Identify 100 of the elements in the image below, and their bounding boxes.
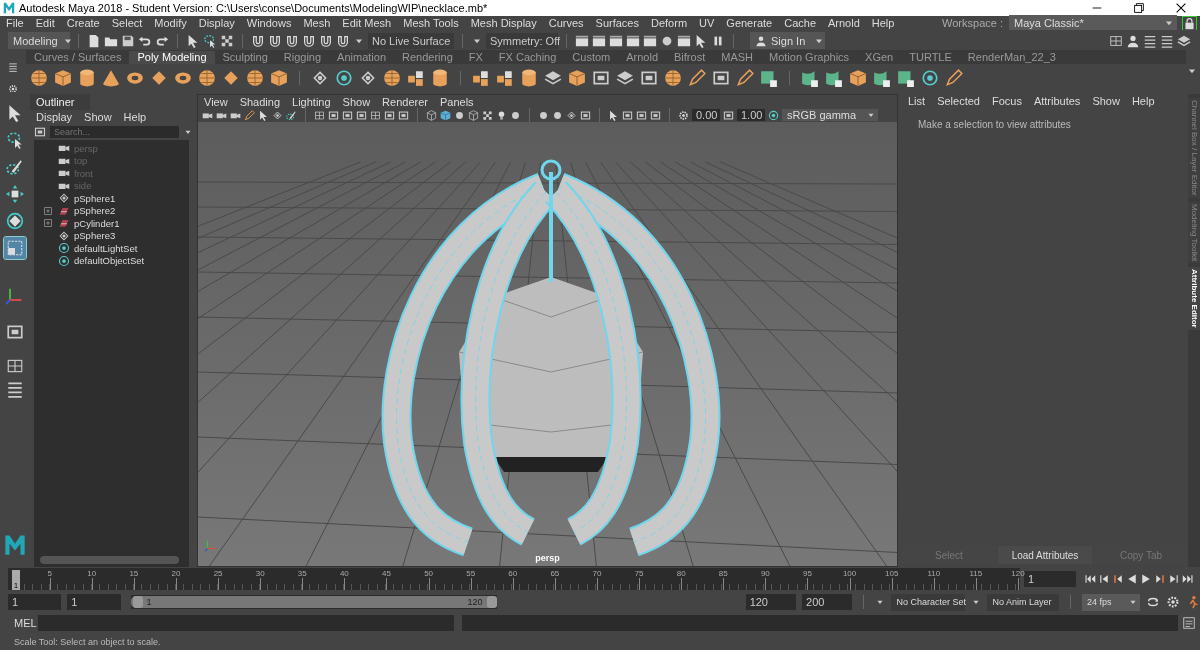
playback-end-field[interactable]: 120: [745, 594, 796, 610]
cylinder-icon[interactable]: [431, 69, 449, 87]
skip-forward-icon[interactable]: [1182, 573, 1194, 585]
cylinder-icon[interactable]: [520, 69, 538, 87]
menu-item[interactable]: Panels: [433, 95, 480, 108]
frame-icon[interactable]: [592, 69, 610, 87]
cube-icon[interactable]: [54, 69, 72, 87]
live-surface-field[interactable]: No Live Surface: [368, 32, 454, 49]
menu-item[interactable]: Mesh Display: [464, 17, 543, 29]
set-icon[interactable]: [335, 69, 353, 87]
bent-shape-icon[interactable]: [801, 69, 819, 87]
menu-item[interactable]: Edit Mesh: [336, 17, 398, 29]
shelf-tab[interactable]: Custom: [564, 51, 619, 64]
magnet-icon[interactable]: [302, 33, 316, 48]
shaded-cube-icon[interactable]: [440, 109, 451, 121]
light-bulb-icon[interactable]: [496, 109, 507, 121]
torus-icon[interactable]: [174, 69, 192, 87]
menu-set-dropdown[interactable]: Modeling: [8, 32, 70, 49]
exposure-field[interactable]: 0.00: [692, 109, 720, 121]
menu-item[interactable]: Help: [1125, 94, 1161, 107]
menu-item[interactable]: UV: [693, 17, 721, 29]
menu-item[interactable]: Mesh Tools: [397, 17, 465, 29]
menu-item[interactable]: Show: [336, 95, 377, 108]
menu-item[interactable]: Create: [60, 17, 106, 29]
grid-icon[interactable]: [314, 109, 325, 121]
ball-icon[interactable]: [552, 109, 563, 121]
restore-icon[interactable]: [1132, 1, 1146, 15]
side-tab[interactable]: Attribute Editor: [1188, 266, 1200, 330]
grid-icon[interactable]: [1109, 33, 1123, 48]
menu-item[interactable]: Select: [105, 17, 149, 29]
current-frame-field[interactable]: 1: [1024, 571, 1076, 587]
grid-icon[interactable]: [370, 109, 381, 121]
command-input-field[interactable]: [38, 615, 454, 631]
current-frame-marker[interactable]: 1: [12, 570, 20, 590]
range-handle[interactable]: [486, 596, 497, 608]
frame-icon[interactable]: [640, 69, 658, 87]
set-icon[interactable]: [921, 69, 939, 87]
menu-item[interactable]: Shading: [233, 95, 287, 108]
clapperboard-icon[interactable]: [575, 33, 589, 48]
wireframe-cube-icon[interactable]: [426, 109, 437, 121]
frame-icon[interactable]: [6, 323, 24, 341]
frame-icon[interactable]: [622, 109, 633, 121]
gamma-field[interactable]: 1.00: [737, 109, 765, 121]
clapperboard-icon[interactable]: [626, 33, 640, 48]
shelf-tab[interactable]: Rendering: [394, 51, 461, 64]
shelf-tab[interactable]: Motion Graphics: [761, 51, 858, 64]
bent-shape-icon[interactable]: [873, 69, 891, 87]
menu-item[interactable]: Arnold: [822, 17, 866, 29]
lasso-icon[interactable]: [203, 33, 217, 48]
shelf-tab[interactable]: Sculpting: [214, 51, 276, 64]
transform-icon[interactable]: [359, 69, 377, 87]
shelf-tab[interactable]: Bifrost: [666, 51, 714, 64]
play-icon[interactable]: [1140, 573, 1152, 585]
range-handle[interactable]: [132, 596, 143, 608]
menu-item[interactable]: Edit: [29, 17, 61, 29]
shelf-tab[interactable]: Rigging: [275, 51, 330, 64]
blocks-icon[interactable]: [472, 69, 490, 87]
clapperboard-icon[interactable]: [609, 33, 623, 48]
step-back-icon[interactable]: [1098, 573, 1110, 585]
menu-item[interactable]: Selected: [931, 94, 986, 107]
pen-icon[interactable]: [736, 69, 754, 87]
outliner-item[interactable]: pSphere1: [74, 192, 116, 204]
previous-key-icon[interactable]: [1112, 573, 1124, 585]
frame-icon[interactable]: [580, 109, 591, 121]
magnet-icon[interactable]: [268, 33, 282, 48]
cursor-icon[interactable]: [608, 109, 619, 121]
frame-icon[interactable]: [356, 109, 367, 121]
frame-icon[interactable]: [384, 109, 395, 121]
list-icon[interactable]: [1143, 33, 1157, 48]
cursor-icon[interactable]: [258, 109, 269, 121]
frame-icon[interactable]: [328, 109, 339, 121]
menu-item[interactable]: View: [198, 95, 234, 108]
shelf-tab[interactable]: MASH: [713, 51, 761, 64]
magnet-icon[interactable]: [336, 33, 350, 48]
script-editor-icon[interactable]: [1182, 616, 1196, 630]
menu-item[interactable]: Display: [192, 17, 241, 29]
rotate-tool-button[interactable]: [4, 210, 26, 232]
scrollbar[interactable]: [40, 556, 179, 564]
end-frame-field[interactable]: 200: [802, 594, 853, 610]
expand-icon[interactable]: [42, 204, 54, 217]
outliner-item[interactable]: pCylinder1: [74, 217, 120, 229]
anim-layer-dropdown[interactable]: No Anim Layer: [987, 593, 1059, 611]
diamond-icon[interactable]: [222, 69, 240, 87]
outliner-item[interactable]: defaultLightSet: [74, 242, 138, 254]
layers-icon[interactable]: [1177, 33, 1191, 48]
character-set-dropdown[interactable]: No Character Set: [891, 593, 966, 611]
torus-icon[interactable]: [126, 69, 144, 87]
cube-icon[interactable]: [568, 69, 586, 87]
sphere-icon[interactable]: [198, 69, 216, 87]
list-icon[interactable]: [8, 62, 18, 72]
shelf-tab[interactable]: Arnold: [618, 51, 667, 64]
cylinder-icon[interactable]: [78, 69, 96, 87]
clapperboard-icon[interactable]: [592, 33, 606, 48]
sphere-icon[interactable]: [30, 69, 48, 87]
frame-icon[interactable]: [650, 109, 661, 121]
sign-in-button[interactable]: Sign In: [750, 32, 825, 49]
expand-icon[interactable]: [42, 217, 54, 230]
settings-icon[interactable]: [678, 109, 689, 121]
sphere-icon[interactable]: [664, 69, 682, 87]
document-icon[interactable]: [87, 33, 101, 48]
